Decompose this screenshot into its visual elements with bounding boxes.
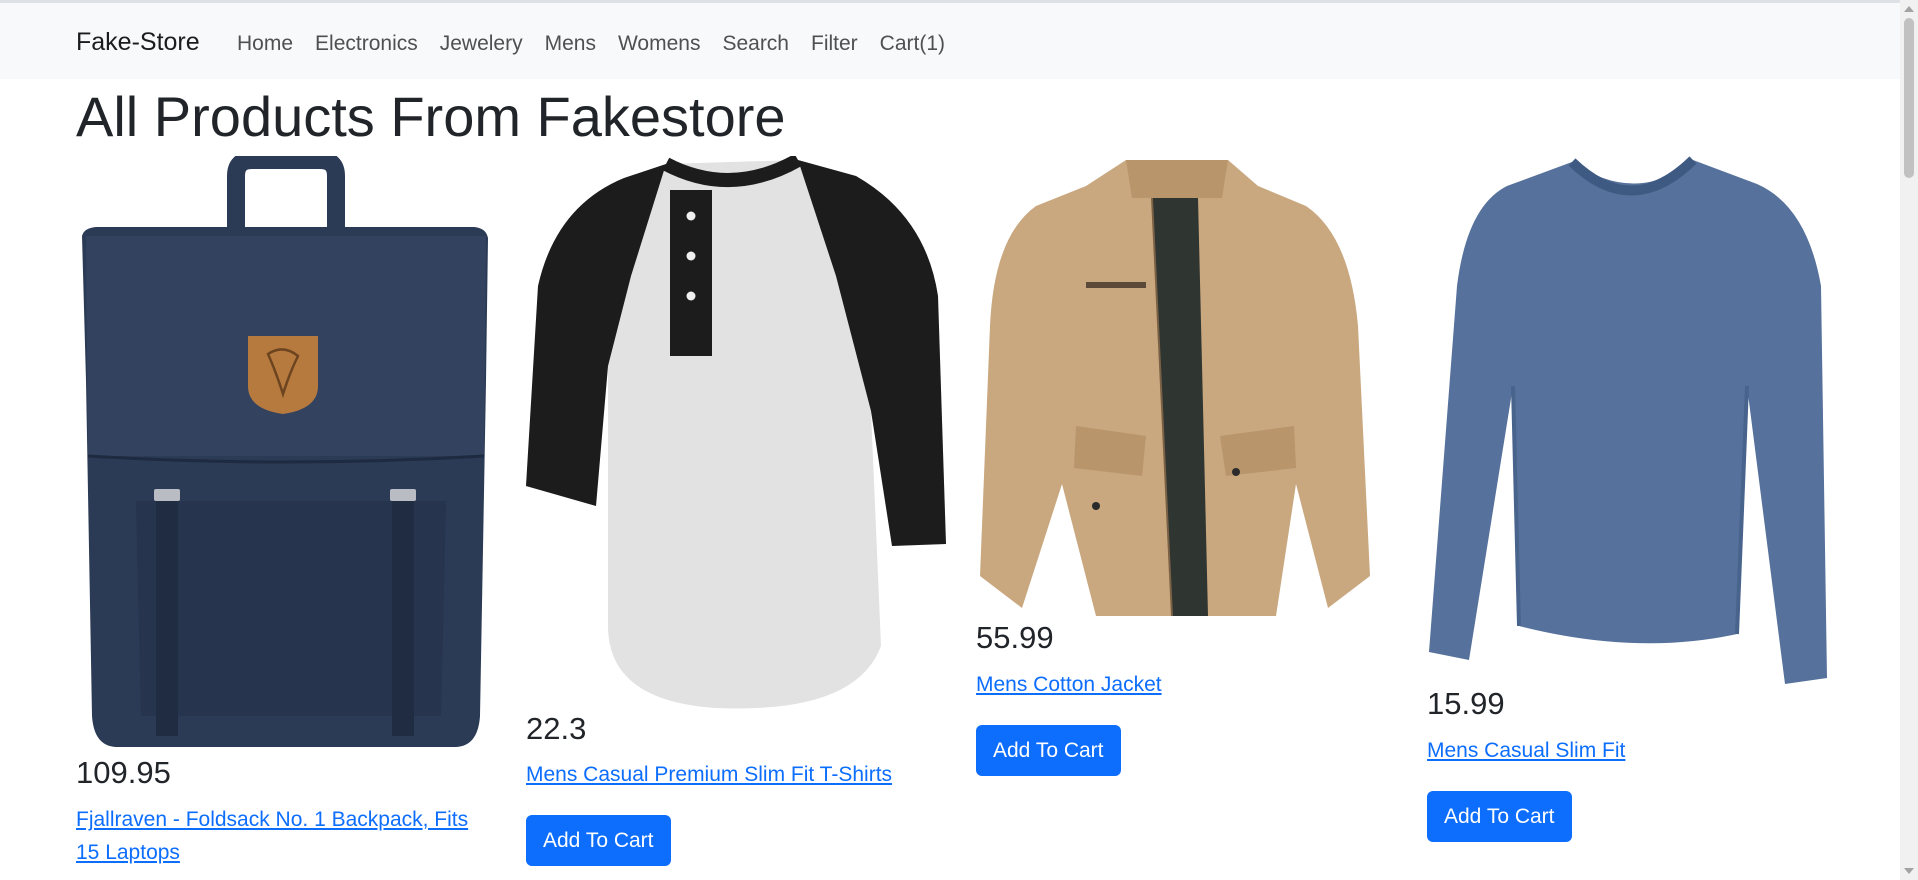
nav-link-home[interactable]: Home bbox=[237, 31, 293, 57]
nav-links: Home Electronics Jewelery Mens Womens Se… bbox=[237, 31, 945, 57]
brand-logo[interactable]: Fake-Store bbox=[76, 27, 200, 57]
product-card: 55.99 Mens Cotton Jacket Add To Cart bbox=[976, 156, 1396, 876]
longsleeve-shirt-icon[interactable] bbox=[1427, 156, 1847, 686]
nav-link-filter[interactable]: Filter bbox=[811, 31, 858, 57]
add-to-cart-button[interactable]: Add To Cart bbox=[526, 815, 671, 866]
product-card: 15.99 Mens Casual Slim Fit Add To Cart bbox=[1427, 156, 1847, 876]
product-title-link[interactable]: Mens Casual Premium Slim Fit T-Shirts bbox=[526, 758, 946, 791]
nav-link-electronics[interactable]: Electronics bbox=[315, 31, 418, 57]
product-price: 55.99 bbox=[976, 620, 1054, 655]
nav-link-search[interactable]: Search bbox=[722, 31, 789, 57]
product-price: 109.95 bbox=[76, 755, 171, 790]
product-title-link[interactable]: Mens Casual Slim Fit bbox=[1427, 734, 1847, 767]
nav-link-womens[interactable]: Womens bbox=[618, 31, 700, 57]
page-scrollbar[interactable] bbox=[1900, 0, 1918, 880]
cotton-jacket-icon[interactable] bbox=[976, 156, 1396, 616]
nav-link-jewelery[interactable]: Jewelery bbox=[440, 31, 523, 57]
product-price: 22.3 bbox=[526, 711, 587, 746]
product-card: 22.3 Mens Casual Premium Slim Fit T-Shir… bbox=[526, 156, 946, 876]
add-to-cart-button[interactable]: Add To Cart bbox=[976, 725, 1121, 776]
product-title-link[interactable]: Mens Cotton Jacket bbox=[976, 668, 1396, 701]
backpack-icon[interactable] bbox=[76, 156, 496, 751]
raglan-tshirt-icon[interactable] bbox=[526, 156, 946, 711]
navbar: Fake-Store Home Electronics Jewelery Men… bbox=[0, 3, 1900, 79]
product-card: 109.95 Fjallraven - Foldsack No. 1 Backp… bbox=[76, 156, 496, 876]
nav-link-cart[interactable]: Cart(1) bbox=[880, 31, 945, 57]
product-title-link[interactable]: Fjallraven - Foldsack No. 1 Backpack, Fi… bbox=[76, 803, 491, 869]
nav-link-mens[interactable]: Mens bbox=[545, 31, 596, 57]
add-to-cart-button[interactable]: Add To Cart bbox=[1427, 791, 1572, 842]
product-price: 15.99 bbox=[1427, 686, 1505, 721]
page-title: All Products From Fakestore bbox=[76, 85, 786, 148]
scroll-up-arrow-icon[interactable] bbox=[1904, 6, 1914, 12]
scroll-thumb[interactable] bbox=[1904, 18, 1914, 178]
scroll-down-arrow-icon[interactable] bbox=[1904, 868, 1914, 874]
